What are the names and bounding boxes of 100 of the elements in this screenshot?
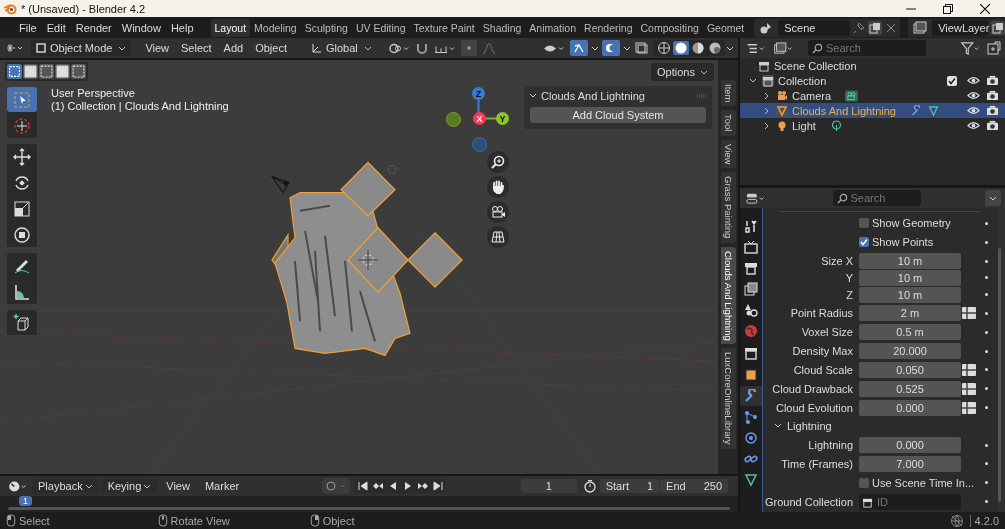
sidebar-tab[interactable]: Tool	[720, 110, 736, 136]
gizmo-toggle-icon[interactable]	[570, 40, 588, 56]
number-field[interactable]: 0.000	[859, 437, 961, 454]
animate-property-dot[interactable]	[985, 406, 988, 409]
workspace-tab[interactable]: Modeling	[250, 18, 301, 37]
menu-item[interactable]: Add	[217, 42, 250, 54]
menu-item[interactable]: Playback	[32, 479, 99, 493]
checkbox[interactable]	[859, 237, 869, 248]
number-field[interactable]: 10 m	[859, 269, 961, 286]
camera-render-icon[interactable]	[986, 90, 999, 101]
magnet-icon[interactable]	[414, 41, 429, 55]
number-field[interactable]: 7.000	[859, 455, 961, 472]
sidebar-tab[interactable]: Item	[720, 80, 736, 107]
material-shading-icon[interactable]	[690, 41, 706, 55]
proportional-edit-icon[interactable]	[460, 40, 477, 56]
animate-property-dot[interactable]	[985, 311, 988, 315]
close-icon[interactable]	[980, 3, 990, 14]
workspace-tab[interactable]: Sculpting	[300, 18, 352, 37]
outliner-row[interactable]: Clouds And Lightning	[740, 103, 1005, 118]
menu-item[interactable]: Window	[116, 21, 166, 34]
grid-icon[interactable]	[487, 226, 509, 248]
workspace-tab[interactable]: Texture Paint	[409, 18, 479, 37]
wireframe-shading-icon[interactable]	[656, 41, 672, 55]
caret-icon[interactable]	[985, 190, 1001, 206]
modifier-properties-tab-icon[interactable]	[740, 386, 762, 406]
mode-dropdown[interactable]: Object Mode	[31, 40, 132, 56]
menu-item[interactable]: Edit	[41, 21, 71, 34]
properties-search-field[interactable]: Search	[832, 190, 921, 206]
menu-item[interactable]: Keying	[101, 479, 158, 493]
z-axis-handle[interactable]: Z	[472, 87, 485, 100]
workspace-tab[interactable]: Geomet	[702, 18, 749, 37]
solid-shading-icon[interactable]	[673, 41, 689, 55]
selection-mode-icon[interactable]	[7, 64, 22, 79]
camera-render-icon[interactable]	[986, 75, 999, 86]
duplicate-icon[interactable]	[991, 20, 1005, 35]
workspace-tab[interactable]: Shading	[478, 18, 526, 37]
tree-item-name[interactable]: Camera	[792, 89, 832, 102]
tree-item[interactable]: Scene Collection	[774, 59, 857, 72]
wrench-icon[interactable]	[909, 104, 923, 117]
properties-scrollbar[interactable]	[998, 248, 1001, 502]
menu-item[interactable]: Select	[175, 42, 218, 54]
checkbox-label[interactable]: Use Scene Time In...	[872, 476, 975, 489]
camera-icon[interactable]	[487, 201, 509, 223]
add-cube-tool-icon[interactable]	[7, 310, 37, 335]
tree-item-name[interactable]: Light	[792, 119, 816, 132]
number-field[interactable]: 10 m	[859, 253, 961, 269]
number-field[interactable]: 0.050	[859, 361, 961, 378]
selection-mode-icon[interactable]	[23, 64, 38, 79]
workspace-tab[interactable]: Animation	[525, 18, 581, 37]
options-dropdown[interactable]: Options	[651, 63, 714, 81]
animate-property-dot[interactable]	[985, 330, 988, 334]
menu-item[interactable]: File	[14, 21, 42, 34]
playhead-frame-label[interactable]: 1	[19, 496, 32, 506]
animate-property-dot[interactable]	[985, 462, 988, 466]
grid-table-icon[interactable]	[962, 307, 976, 320]
pivot-icon[interactable]	[387, 41, 410, 55]
number-field[interactable]: 0.000	[859, 399, 961, 416]
new-collection-icon[interactable]	[987, 41, 1001, 55]
cloud-object-drawing[interactable]	[271, 161, 463, 357]
negative-z-axis-handle[interactable]	[472, 137, 487, 152]
workspace-tab[interactable]: UV Editing	[351, 18, 410, 37]
selection-mode-icon[interactable]	[39, 64, 54, 79]
duplicate-icon[interactable]	[868, 20, 883, 35]
eye-icon[interactable]	[967, 90, 980, 101]
grid-table-icon[interactable]	[962, 382, 976, 395]
next-keyframe-icon[interactable]	[417, 480, 430, 492]
tree-item[interactable]: Collection	[778, 74, 827, 87]
rendered-shading-icon[interactable]	[707, 41, 723, 55]
image-stack-icon[interactable]	[913, 20, 928, 35]
mesh-data-icon[interactable]	[926, 104, 940, 117]
stopwatch-icon[interactable]	[582, 479, 597, 493]
number-field[interactable]: 0.525	[859, 380, 961, 397]
eye-icon[interactable]	[967, 105, 980, 116]
grid-table-icon[interactable]	[962, 401, 976, 414]
animate-property-dot[interactable]	[985, 443, 988, 447]
scene-icon[interactable]	[759, 20, 774, 35]
y-axis-handle[interactable]: Y	[496, 112, 509, 125]
scene-field[interactable]: Scene	[778, 19, 851, 36]
previous-keyframe-icon[interactable]	[372, 480, 385, 492]
negative-y-axis-handle[interactable]	[446, 112, 461, 127]
number-field[interactable]: 0.5 m	[859, 324, 961, 341]
animate-property-dot[interactable]	[985, 293, 988, 297]
workspace-tab[interactable]: Rendering	[580, 18, 637, 37]
animate-property-dot[interactable]	[985, 387, 988, 391]
animate-property-dot[interactable]	[985, 240, 988, 244]
jump-end-icon[interactable]	[432, 480, 445, 492]
grid-table-icon[interactable]	[962, 363, 976, 376]
sidebar-tab[interactable]: Grass Painting	[720, 172, 736, 243]
sidebar-tab[interactable]: Clouds And Lightning	[720, 246, 736, 345]
hand-icon[interactable]	[487, 176, 509, 198]
selection-mode-icon[interactable]	[55, 64, 70, 79]
menu-item[interactable]: Help	[165, 21, 199, 34]
outliner-row[interactable]: Light	[740, 118, 1005, 133]
number-field[interactable]: 10 m	[859, 286, 961, 303]
zoom-icon[interactable]	[487, 151, 509, 173]
collection-picker-field[interactable]: ID	[859, 493, 961, 510]
move-tool-icon[interactable]	[7, 144, 37, 169]
checkbox-label[interactable]: Show Points	[872, 236, 934, 249]
pin-icon[interactable]	[853, 21, 866, 34]
eye-icon[interactable]	[967, 120, 980, 131]
